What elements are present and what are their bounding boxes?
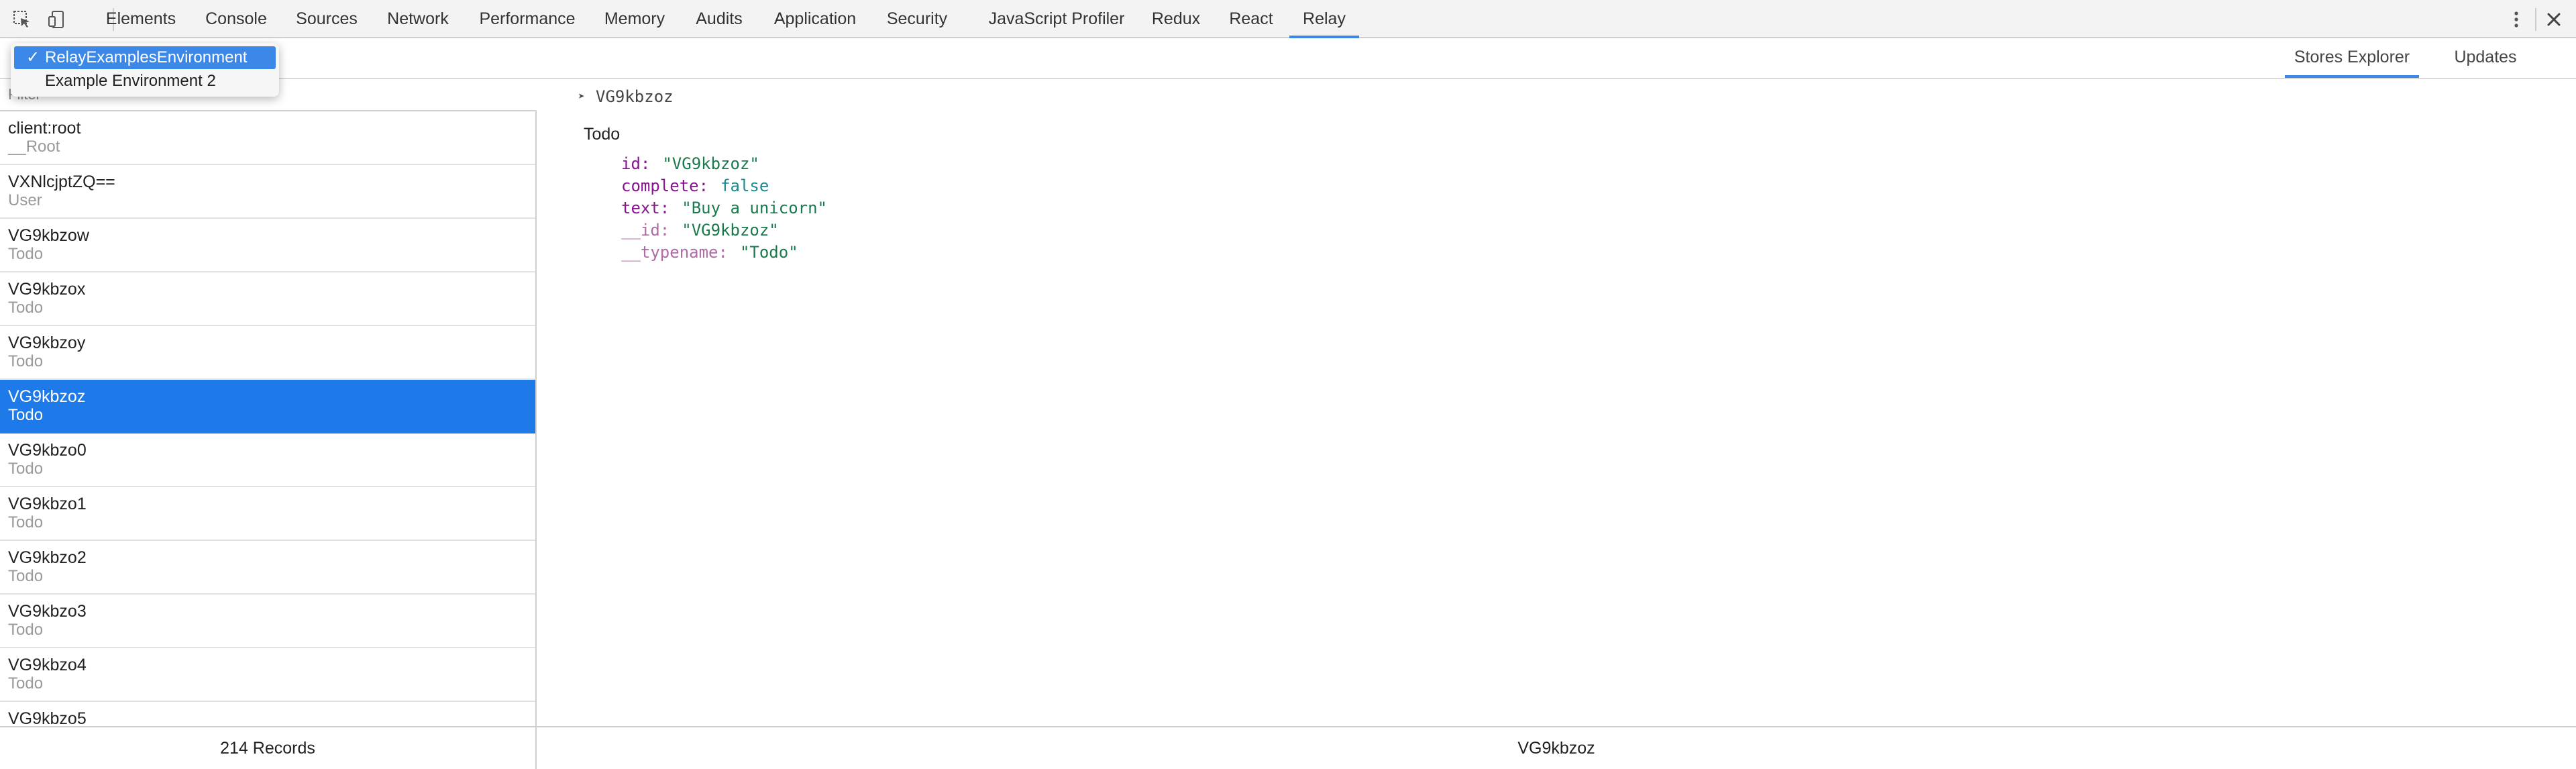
record-id: VG9kbzox (8, 280, 86, 299)
records-list: client:root __Root VXNlcjptZQ== User VG9… (0, 111, 537, 726)
record-type-title: Todo (584, 125, 621, 144)
record-fields: id: "VG9kbzoz" complete: false text: "Buy a… (621, 153, 827, 264)
close-icon[interactable] (2542, 8, 2565, 31)
record-header-id: VG9kbzoz (596, 87, 674, 106)
record-id: VG9kbzo3 (8, 602, 87, 621)
record-type: __Root (8, 138, 60, 156)
tab-elements[interactable]: Elements (99, 0, 182, 37)
field-key: complete: (621, 176, 709, 195)
record-row[interactable]: VG9kbzo2 Todo (0, 541, 535, 595)
record-type: Todo (8, 299, 44, 317)
tab-redux[interactable]: Redux (1148, 0, 1203, 37)
record-row[interactable]: VG9kbzox Todo (0, 272, 535, 326)
record-id: VG9kbzow (8, 226, 89, 245)
record-id: VG9kbzo4 (8, 656, 87, 674)
record-field: text: "Buy a unicorn" (621, 197, 827, 219)
record-type: Todo (8, 567, 44, 585)
record-field: __typename: "Todo" (621, 242, 827, 264)
records-count: 214 Records (0, 726, 537, 769)
record-row[interactable]: VG9kbzo3 Todo (0, 595, 535, 648)
record-field: complete: false (621, 175, 827, 197)
tab-updates[interactable]: Updates (2442, 38, 2529, 78)
record-type: Todo (8, 621, 44, 639)
record-type: Todo (8, 245, 44, 263)
record-row[interactable]: VG9kbzo0 Todo (0, 433, 535, 487)
tab-react[interactable]: React (1222, 0, 1280, 37)
environment-option-label: RelayExamplesEnvironment (45, 48, 248, 66)
record-type: Todo (8, 674, 44, 693)
inspect-element-icon[interactable] (12, 9, 32, 30)
field-value: "Buy a unicorn" (682, 199, 827, 217)
field-key: __id: (621, 221, 670, 240)
record-id: client:root (8, 119, 81, 138)
tab-network[interactable]: Network (381, 0, 455, 37)
more-vertical-icon[interactable] (2509, 9, 2524, 30)
record-field: __id: "VG9kbzoz" (621, 219, 827, 242)
tab-stores-explorer[interactable]: Stores Explorer (2285, 38, 2419, 78)
field-value: "VG9kbzoz" (682, 221, 779, 240)
selected-record-footer: VG9kbzoz (537, 726, 2576, 769)
record-header[interactable]: ➤ VG9kbzoz (578, 87, 674, 106)
checkmark-icon: ✓ (26, 48, 40, 66)
record-id: VG9kbzoz (8, 387, 86, 406)
record-id: VG9kbzo1 (8, 495, 87, 513)
record-row[interactable]: client:root __Root (0, 111, 535, 165)
record-detail-panel: ➤ VG9kbzoz Todo id: "VG9kbzoz" complete: fa… (538, 79, 2576, 726)
field-value: false (720, 176, 769, 195)
environment-option-selected[interactable]: ✓ RelayExamplesEnvironment (14, 46, 276, 69)
record-type: Todo (8, 406, 44, 424)
field-value: "VG9kbzoz" (662, 154, 759, 173)
record-row[interactable]: VG9kbzo1 Todo (0, 487, 535, 541)
devtools-toolbar: Elements Console Sources Network Perform… (0, 0, 2576, 38)
tab-application[interactable]: Application (765, 0, 865, 37)
expand-arrow-icon[interactable]: ➤ (578, 90, 596, 103)
tab-security[interactable]: Security (877, 0, 957, 37)
environment-option-label: Example Environment 2 (45, 72, 216, 90)
record-type: Todo (8, 513, 44, 531)
tab-relay[interactable]: Relay (1289, 0, 1359, 38)
record-row[interactable]: VXNlcjptZQ== User (0, 165, 535, 219)
tab-performance[interactable]: Performance (471, 0, 584, 37)
field-key: __typename: (621, 243, 728, 262)
field-value: "Todo" (739, 243, 798, 262)
record-row[interactable]: VG9kbzow Todo (0, 219, 535, 272)
record-row[interactable]: VG9kbzo5 Todo (0, 702, 535, 726)
record-id: VG9kbzo5 (8, 709, 87, 726)
relay-toolbar: Stores Explorer Updates (0, 38, 2576, 79)
device-toolbar-icon[interactable] (47, 9, 67, 30)
environment-option[interactable]: Example Environment 2 (14, 70, 276, 93)
record-id: VG9kbzo0 (8, 441, 87, 460)
record-type: User (8, 191, 42, 209)
record-field: id: "VG9kbzoz" (621, 153, 827, 175)
record-id: VG9kbzo2 (8, 548, 87, 567)
field-key: text: (621, 199, 670, 217)
tab-sources[interactable]: Sources (290, 0, 364, 37)
record-id: VXNlcjptZQ== (8, 172, 115, 191)
tab-audits[interactable]: Audits (687, 0, 751, 37)
environment-dropdown-menu: ✓ RelayExamplesEnvironment Example Envir… (11, 43, 279, 97)
field-key: id: (621, 154, 651, 173)
record-row[interactable]: VG9kbzoy Todo (0, 326, 535, 380)
tab-memory[interactable]: Memory (594, 0, 675, 37)
record-row-selected[interactable]: VG9kbzoz Todo (0, 380, 535, 433)
record-row[interactable]: VG9kbzo4 Todo (0, 648, 535, 702)
tab-console[interactable]: Console (195, 0, 278, 37)
toolbar-divider (2535, 8, 2536, 31)
record-type: Todo (8, 352, 44, 370)
record-id: VG9kbzoy (8, 334, 86, 352)
record-type: Todo (8, 460, 44, 478)
tab-javascript-profiler[interactable]: JavaScript Profiler (969, 0, 1144, 37)
